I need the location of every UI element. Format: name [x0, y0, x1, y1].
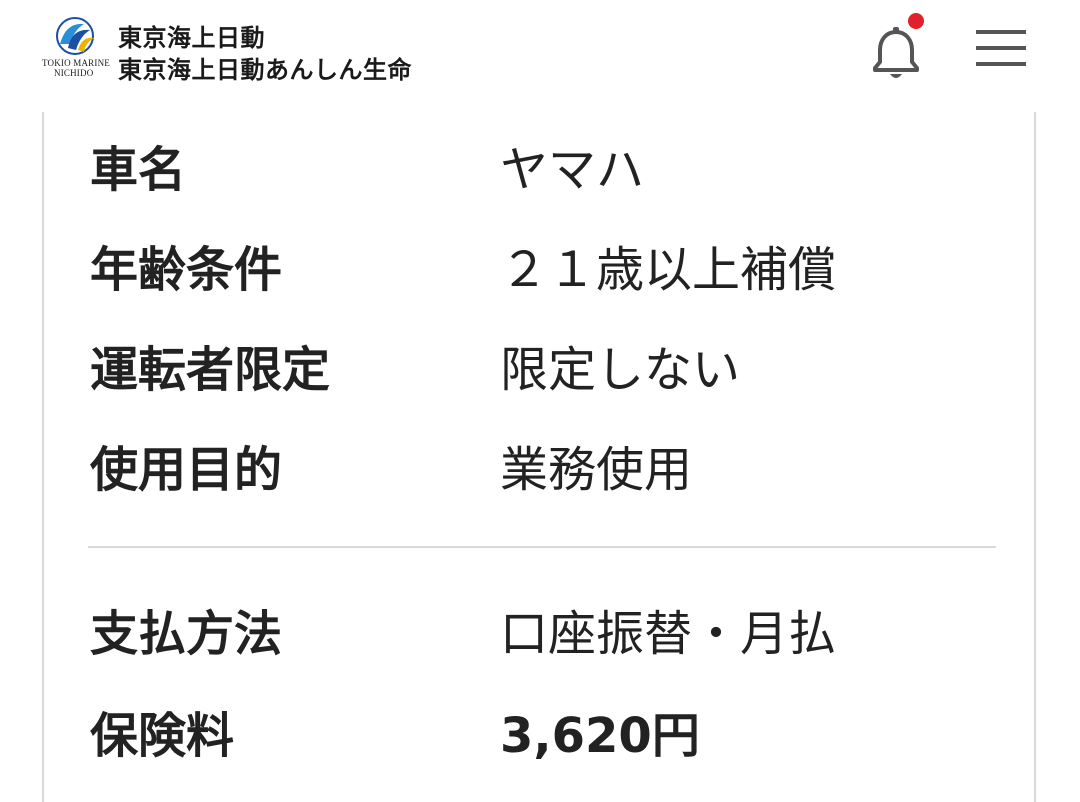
hamburger-menu-icon[interactable]: [976, 28, 1026, 68]
detail-row-age-condition: 年齢条件 ２１歳以上補償: [44, 220, 1034, 320]
detail-row-vehicle-name: 車名 ヤマハ: [44, 120, 1034, 220]
detail-row-premium: 保険料 3,620円: [44, 686, 1034, 786]
detail-label: 支払方法: [90, 606, 283, 662]
detail-value: 業務使用: [500, 442, 693, 498]
policy-detail-card: 車名 ヤマハ 年齢条件 ２１歳以上補償 運転者限定 限定しない 使用目的 業務使…: [42, 112, 1036, 802]
brand-name-anshin-life: 東京海上日動あんしん生命: [118, 56, 412, 84]
detail-row-payment-method: 支払方法 口座振替・月払: [44, 584, 1034, 684]
app-header: TOKIO MARINE NICHIDO 東京海上日動 東京海上日動あんしん生命: [0, 0, 1080, 112]
premium-amount: 3,620円: [500, 708, 700, 764]
notification-badge: [908, 13, 924, 29]
detail-label: 使用目的: [90, 442, 283, 498]
detail-label: 車名: [90, 142, 187, 198]
detail-label: 運転者限定: [90, 342, 331, 398]
logo-text-tokio-marine: TOKIO MARINE: [42, 58, 110, 68]
detail-value: 限定しない: [500, 342, 741, 398]
detail-label: 年齢条件: [90, 242, 283, 298]
brand-name-nichido: 東京海上日動: [118, 24, 265, 52]
bell-icon[interactable]: [868, 22, 926, 84]
detail-value: ２１歳以上補償: [500, 242, 837, 298]
section-divider: [88, 546, 996, 548]
detail-value: 口座振替・月払: [500, 606, 837, 662]
detail-label: 保険料: [90, 708, 235, 764]
detail-value: ヤマハ: [500, 142, 645, 198]
detail-row-driver-limit: 運転者限定 限定しない: [44, 320, 1034, 420]
detail-row-usage-purpose: 使用目的 業務使用: [44, 420, 1034, 520]
logo-text-nichido: NICHIDO: [54, 68, 94, 78]
